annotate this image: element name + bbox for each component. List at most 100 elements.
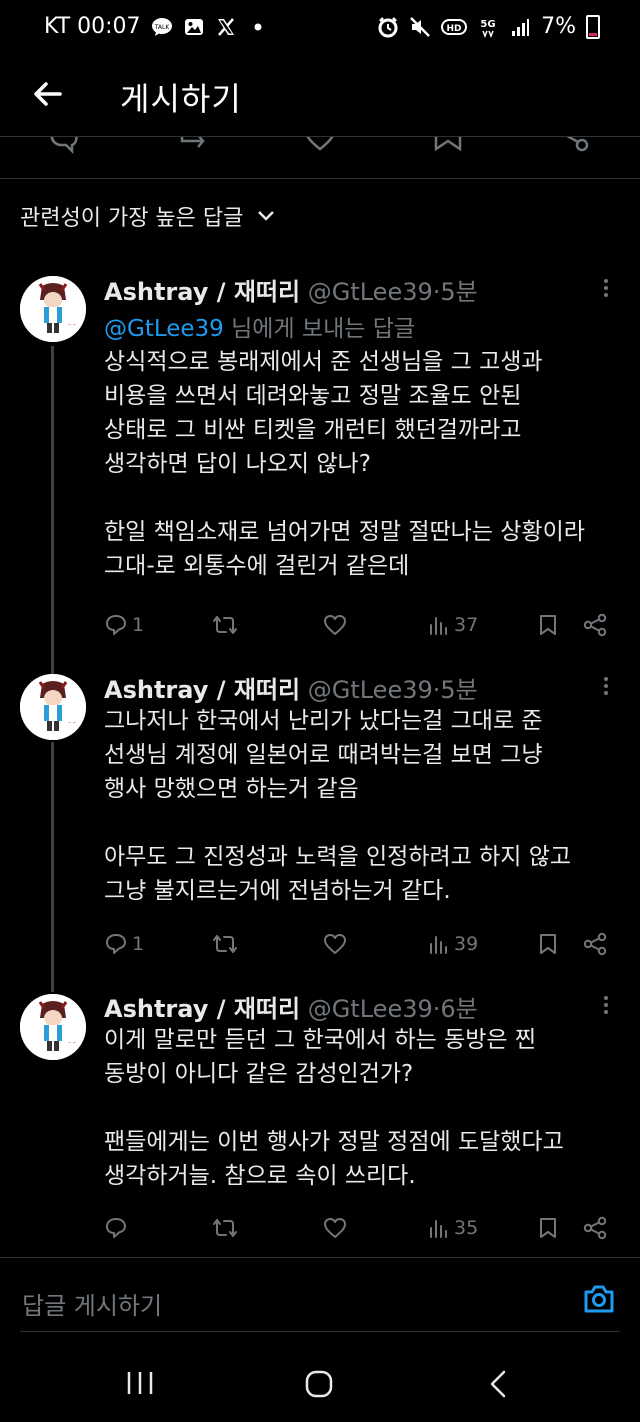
tweet-text: 상식적으로 봉래제에서 준 선생님을 그 고생과 비용을 쓰면서 데려와놓고 정…	[104, 345, 628, 583]
display-name[interactable]: Ashtray / 재떠리	[104, 995, 300, 1023]
view-count: 35	[454, 1217, 479, 1239]
share-button[interactable]	[582, 932, 608, 956]
repost-button[interactable]	[212, 932, 238, 956]
status-bar: KT 00:07 TALK HD 5G 7%	[0, 0, 640, 56]
avatar[interactable]: ~ ~	[20, 994, 86, 1060]
timestamp[interactable]: 6분	[440, 995, 477, 1023]
user-handle[interactable]: @GtLee39	[308, 676, 433, 704]
avatar[interactable]: ~ ~	[20, 674, 86, 740]
repost-button[interactable]	[212, 1216, 238, 1240]
repost-icon	[213, 616, 237, 634]
svg-text:~ ~: ~ ~	[68, 1040, 76, 1045]
svg-text:HD: HD	[447, 24, 462, 34]
repost-icon	[213, 935, 237, 953]
more-options-icon[interactable]	[598, 675, 614, 697]
reply-input[interactable]: 답글 게시하기	[22, 1286, 162, 1321]
tweet-line: 동방이 아니다 같은 감성인건가?	[104, 1061, 414, 1087]
chevron-down-icon	[258, 211, 275, 221]
bookmark-icon	[540, 934, 556, 954]
reply-icon	[106, 1218, 126, 1238]
timestamp[interactable]: 5분	[440, 278, 477, 306]
tweet-actions: 1 39	[104, 932, 614, 960]
views-button[interactable]: 37	[428, 613, 478, 637]
x-icon	[215, 16, 237, 38]
reply-button[interactable]	[104, 1216, 132, 1240]
reply-bar-divider	[0, 1257, 640, 1258]
timestamp[interactable]: 5분	[440, 676, 477, 704]
tweet-line: 행사 망했으면 하는거 같음	[104, 776, 359, 802]
repost-button[interactable]	[212, 613, 238, 637]
reply-button[interactable]: 1	[104, 932, 144, 956]
more-options-icon[interactable]	[598, 994, 614, 1016]
tweet-line: 한일 책임소재로 넘어가면 정말 절딴나는 상황이라	[104, 519, 585, 545]
battery-icon	[586, 14, 600, 39]
bookmark-button[interactable]	[537, 613, 559, 637]
share-icon	[583, 932, 607, 956]
views-icon	[430, 617, 447, 635]
share-icon	[583, 613, 607, 637]
5g-icon: 5G	[477, 16, 499, 38]
reply-icon[interactable]	[46, 137, 82, 159]
image-icon	[183, 16, 205, 38]
home-icon[interactable]	[304, 1370, 334, 1402]
user-handle[interactable]: @GtLee39	[308, 995, 433, 1023]
mention-link[interactable]: @GtLee39	[104, 316, 224, 342]
share-button[interactable]	[582, 1216, 608, 1240]
views-button[interactable]: 39	[428, 932, 478, 956]
like-icon[interactable]	[302, 137, 338, 159]
bookmark-button[interactable]	[537, 1216, 559, 1240]
view-count: 37	[454, 614, 479, 636]
more-options-icon[interactable]	[598, 277, 614, 299]
like-button[interactable]	[323, 613, 347, 637]
page-title: 게시하기	[120, 80, 242, 118]
svg-text:5G: 5G	[481, 19, 496, 30]
tweet-line	[104, 806, 628, 840]
tweet-actions: 1 37	[104, 613, 614, 641]
display-name[interactable]: Ashtray / 재떠리	[104, 676, 300, 704]
parent-action-row	[0, 137, 640, 177]
replying-to-suffix: 님에게 보내는 답글	[223, 316, 416, 342]
tweet-line: 팬들에게는 이번 행사가 정말 정점에 도달했다고	[104, 1129, 564, 1155]
section-divider	[0, 178, 640, 179]
svg-text:~ ~: ~ ~	[68, 322, 76, 327]
user-handle[interactable]: @GtLee39	[308, 278, 433, 306]
share-icon[interactable]	[558, 137, 594, 159]
views-button[interactable]: 35	[428, 1216, 478, 1240]
bookmark-icon[interactable]	[432, 137, 464, 159]
system-nav-bar	[0, 1345, 640, 1422]
talk-icon: TALK	[151, 16, 173, 38]
recent-apps-icon[interactable]	[126, 1370, 154, 1400]
like-button[interactable]	[323, 1216, 347, 1240]
share-button[interactable]	[582, 613, 608, 637]
back-arrow-icon[interactable]	[28, 74, 68, 114]
like-button[interactable]	[323, 932, 347, 956]
reply-button[interactable]: 1	[104, 613, 144, 637]
mute-icon	[409, 16, 431, 38]
reply-count: 1	[132, 933, 145, 955]
repost-icon[interactable]	[176, 137, 212, 159]
avatar[interactable]: ~ ~	[20, 276, 86, 342]
tweet-line: 아무도 그 진정성과 노력을 인정하려고 하지 않고	[104, 844, 572, 870]
tweet-line: 그나저나 한국에서 난리가 났다는걸 그대로 준	[104, 708, 543, 734]
reply-count: 1	[132, 614, 145, 636]
reply-sort-selector[interactable]: 관련성이 가장 높은 답글	[20, 200, 275, 232]
tweet-text: 그나저나 한국에서 난리가 났다는걸 그대로 준 선생님 계정에 일본어로 때려…	[104, 704, 628, 908]
tweet-line: 비용을 쓰면서 데려와놓고 정말 조율도 안된	[104, 383, 522, 409]
top-app-bar: 게시하기	[0, 56, 640, 136]
display-name[interactable]: Ashtray / 재떠리	[104, 278, 300, 306]
repost-icon	[213, 1219, 237, 1237]
tweet-text: 이게 말로만 듣던 그 한국에서 하는 동방은 찐 동방이 아니다 같은 감성인…	[104, 1023, 628, 1193]
tweet-line: 상태로 그 비싼 티켓을 개런티 했던걸까라고	[104, 417, 522, 443]
heart-icon	[324, 615, 346, 635]
tweet-line: 그대-로 외통수에 걸린거 같은데	[104, 553, 410, 579]
bookmark-button[interactable]	[537, 932, 559, 956]
nav-back-icon[interactable]	[486, 1370, 510, 1402]
view-count: 39	[454, 933, 479, 955]
signal-icon	[509, 16, 531, 38]
heart-icon	[324, 934, 346, 954]
tweet-line	[104, 1091, 628, 1125]
tweet-line: 생각하면 답이 나오지 않나?	[104, 451, 371, 477]
camera-icon[interactable]	[582, 1282, 616, 1316]
reply-input-underline	[20, 1331, 620, 1332]
dot-icon	[247, 16, 269, 38]
